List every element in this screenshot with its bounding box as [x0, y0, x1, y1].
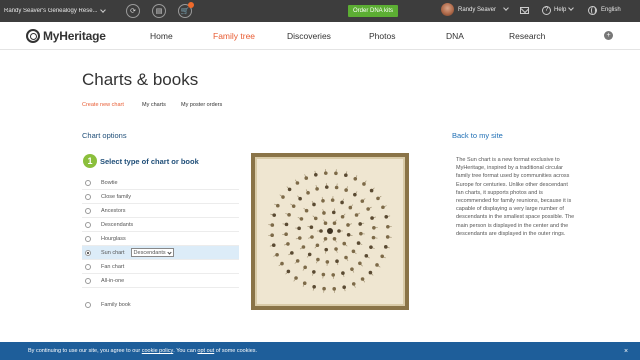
nav-research[interactable]: Research	[509, 31, 545, 41]
tab-my-charts[interactable]: My charts	[142, 102, 166, 108]
chevron-down-icon[interactable]	[568, 5, 574, 11]
option-label: Sun chart	[101, 249, 125, 256]
option-fan-chart[interactable]: Fan chart	[82, 260, 239, 274]
radio-button-selected[interactable]	[85, 249, 91, 256]
page-title: Charts & books	[82, 70, 199, 89]
avatar[interactable]	[441, 3, 454, 16]
chart-options-heading: Chart options	[82, 131, 127, 140]
option-family-book[interactable]: Family book	[82, 298, 239, 312]
radio-button[interactable]	[85, 302, 91, 308]
option-descendants[interactable]: Descendants	[82, 218, 239, 232]
option-label: Hourglass	[101, 235, 126, 242]
option-label: Bowtie	[101, 179, 118, 186]
cookie-text-middle: . You can	[173, 348, 196, 354]
step-title: Select type of chart or book	[100, 157, 199, 166]
close-icon[interactable]: ×	[624, 348, 628, 355]
option-label: Close family	[101, 193, 131, 200]
nav-family-tree[interactable]: Family tree	[213, 31, 255, 41]
option-label: Ancestors	[101, 207, 126, 214]
cookie-policy-link[interactable]: cookie policy	[142, 348, 174, 354]
option-hourglass[interactable]: Hourglass	[82, 232, 239, 246]
tab-create-new-chart[interactable]: Create new chart	[82, 102, 124, 108]
nav-dna[interactable]: DNA	[446, 31, 464, 41]
option-all-in-one[interactable]: All-in-one	[82, 274, 239, 288]
nav-home[interactable]: Home	[150, 31, 173, 41]
add-icon[interactable]: +	[604, 31, 613, 40]
globe-icon[interactable]	[588, 6, 597, 15]
chevron-down-icon	[167, 249, 172, 255]
myheritage-logo-icon	[26, 29, 40, 43]
step-number-badge: 1	[83, 154, 97, 168]
back-to-my-site-link[interactable]: Back to my site	[452, 131, 503, 140]
logo-text: MyHeritage	[43, 29, 106, 43]
site-selector[interactable]: Randy Seaver's Genealogy Rese...	[4, 5, 116, 17]
chevron-down-icon[interactable]	[503, 5, 509, 11]
site-name: Randy Seaver's Genealogy Rese...	[4, 8, 98, 14]
radio-button[interactable]	[85, 193, 91, 200]
option-close-family[interactable]: Close family	[82, 190, 239, 204]
radio-button[interactable]	[85, 235, 91, 242]
notification-badge	[188, 2, 194, 8]
top-utility-bar: Randy Seaver's Genealogy Rese... ⟳ ▤ 🛒 O…	[0, 0, 640, 22]
mail-icon[interactable]	[520, 7, 529, 14]
option-bowtie[interactable]: Bowtie	[82, 176, 239, 190]
order-dna-button[interactable]: Order DNA kits	[348, 5, 398, 17]
clipboard-icon[interactable]: ▤	[152, 4, 166, 18]
sync-icon[interactable]: ⟳	[126, 4, 140, 18]
chevron-down-icon	[99, 7, 106, 13]
chart-type-list: Bowtie Close family Ancestors Descendant…	[82, 176, 239, 312]
cookie-text-suffix: of some cookies.	[215, 348, 258, 354]
cart-icon[interactable]: 🛒	[178, 2, 194, 18]
radio-button[interactable]	[85, 221, 91, 228]
logo[interactable]: MyHeritage	[26, 29, 106, 43]
nav-discoveries[interactable]: Discoveries	[287, 31, 331, 41]
option-label: Descendants	[101, 221, 134, 228]
sun-chart-preview-frame	[251, 153, 409, 310]
radio-button[interactable]	[85, 277, 91, 284]
sun-chart-preview	[255, 157, 405, 306]
language-selector[interactable]: English	[601, 7, 621, 13]
option-label: Family book	[101, 302, 131, 308]
sun-chart-type-select[interactable]: Descendants	[130, 248, 174, 257]
radio-button[interactable]	[85, 179, 91, 186]
radio-button[interactable]	[85, 263, 91, 270]
user-name[interactable]: Randy Seaver	[458, 7, 496, 13]
help-menu[interactable]: Help	[554, 7, 566, 13]
opt-out-link[interactable]: opt out	[197, 348, 214, 354]
nav-photos[interactable]: Photos	[369, 31, 395, 41]
tab-my-poster-orders[interactable]: My poster orders	[181, 102, 222, 108]
help-icon[interactable]: ?	[542, 6, 551, 15]
cookie-text-prefix: By continuing to use our site, you agree…	[28, 348, 141, 354]
radio-button[interactable]	[85, 207, 91, 214]
chart-description: The Sun chart is a new format exclusive …	[456, 157, 575, 237]
sun-chart-illustration	[268, 169, 392, 293]
select-value: Descendants	[133, 249, 166, 256]
option-sun-chart[interactable]: Sun chart Descendants	[82, 246, 239, 260]
main-nav: MyHeritage Home Family tree Discoveries …	[0, 22, 640, 50]
option-ancestors[interactable]: Ancestors	[82, 204, 239, 218]
option-label: Fan chart	[101, 263, 125, 270]
option-label: All-in-one	[101, 277, 125, 284]
cookie-banner: By continuing to use our site, you agree…	[0, 342, 640, 360]
